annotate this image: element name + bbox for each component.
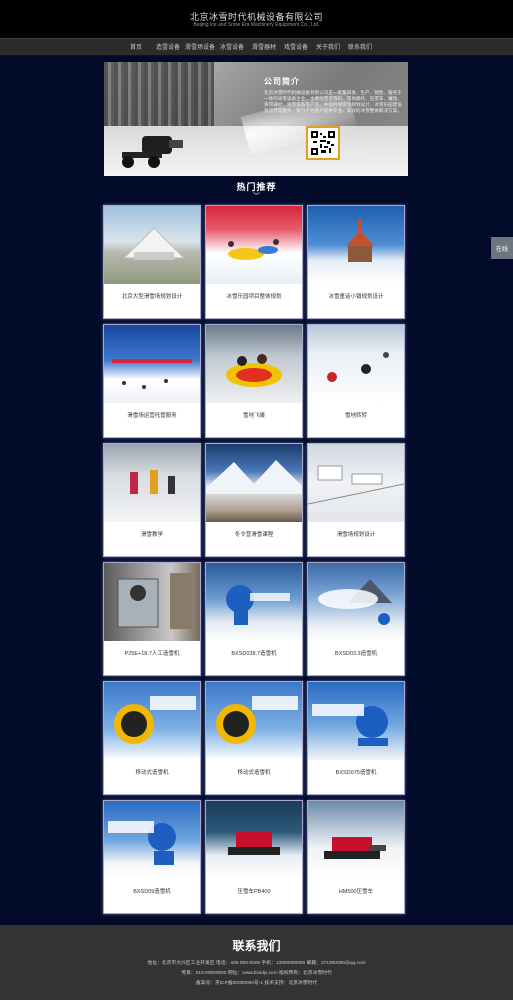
product-card[interactable]: BXSD038.7造雪机 (205, 562, 303, 676)
snow-cannon-mountain-image (308, 563, 404, 641)
ski-resort-building-image (104, 206, 200, 284)
product-name: BXSD09造雪机 (133, 889, 171, 895)
snow-tubing-image (308, 325, 404, 403)
online-service-tab[interactable]: 在线 (491, 237, 513, 259)
qr-label: 扫码关注 (346, 152, 364, 157)
nav-item-ski-equipment[interactable]: 滑雪器材 (248, 39, 280, 57)
product-card[interactable]: 雪地转转 (307, 324, 405, 438)
chevron-down-icon: ︾ (253, 193, 260, 200)
main-nav: 首页 造雪设备 滑雪场设备 冰雪设备 滑雪器材 戏雪设备 关于我们 联系我们 (0, 38, 513, 56)
snow-machine-icon (122, 136, 183, 168)
nav-item-snow-play[interactable]: 戏雪设备 (280, 39, 312, 57)
ski-resort-aerial-image (308, 444, 404, 522)
product-name: 冬令营滑雪课程 (234, 532, 274, 538)
product-name: HM500压雪车 (338, 889, 374, 895)
product-card[interactable]: 冰雪童话小镇规划设计 (307, 205, 405, 319)
product-card[interactable]: BXSD09造雪机 (103, 800, 201, 914)
product-card[interactable]: BXSD03.3造雪机 (307, 562, 405, 676)
product-name: 滑雪场运营托管服务 (127, 413, 177, 419)
ski-teaching-image (104, 444, 200, 522)
product-name: BXSD075造雪机 (335, 770, 377, 776)
product-card[interactable]: 压雪车PB400 (205, 800, 303, 914)
snow-cannon-blue-image (206, 563, 302, 641)
product-card[interactable]: 北京大型滑雪场规划设计 (103, 205, 201, 319)
contact-line-1: 地址：北京市大兴区工业开发区 电话：400-000-0000 手机：138000… (147, 961, 366, 966)
snow-park-flags-image (206, 206, 302, 284)
snow-groomer-1-image (206, 801, 302, 879)
snow-cannon-blue-2-image (308, 682, 404, 760)
product-card[interactable]: P25E+18.7人工造雪机 (103, 562, 201, 676)
snow-cannon-yellow-1-image (104, 682, 200, 760)
product-name: 冰雪乐园项目整体规划 (226, 294, 282, 300)
contact-line-2: 传真：010-00000000 网址：www.bxsdjx.com 版权所有：北… (181, 971, 332, 976)
intro-text: 北京冰雪时代机械设备有限公司是一家集研发、生产、销售、服务于一体的冰雪设备企业，… (264, 90, 402, 113)
snow-church-image (308, 206, 404, 284)
qr-code-icon (306, 126, 340, 160)
intro-title: 公司简介 (264, 77, 300, 86)
product-name: 移动式造雪机 (237, 770, 271, 776)
snow-cannon-yellow-2-image (206, 682, 302, 760)
nav-item-ski-resort[interactable]: 滑雪场设备 (184, 39, 216, 57)
nav-item-ice-snow[interactable]: 冰雪设备 (216, 39, 248, 57)
ski-resort-crowd-image (104, 325, 200, 403)
product-grid: 北京大型滑雪场规划设计 冰雪乐园项目整体规划 冰雪童话小镇规划设计 滑雪场运营托… (103, 205, 407, 915)
snow-machine-indoor-image (104, 563, 200, 641)
product-card[interactable]: 滑雪场运营托管服务 (103, 324, 201, 438)
site-header: 北京冰雪时代机械设备有限公司 Beijing Ice and Snow Era … (0, 0, 513, 38)
mountain-village-image (206, 444, 302, 522)
nav-item-contact[interactable]: 联系我们 (344, 39, 376, 57)
product-name: 雪地转转 (344, 413, 367, 419)
product-card[interactable]: 冰雪乐园项目整体规划 (205, 205, 303, 319)
snow-groomer-2-image (308, 801, 404, 879)
product-name: 雪地飞碟 (242, 413, 265, 419)
nav-item-snowmaking[interactable]: 造雪设备 (152, 39, 184, 57)
product-name: BXSD03.3造雪机 (334, 651, 378, 657)
product-name: 滑雪教学 (140, 532, 163, 538)
product-name: 北京大型滑雪场规划设计 (121, 294, 183, 300)
product-name: 冰雪童话小镇规划设计 (328, 294, 384, 300)
product-card[interactable]: 移动式造雪机 (205, 681, 303, 795)
contact-line-3: 备案号：京ICP备00000000号-1 技术支持：北京冰雪时代 (195, 981, 318, 986)
nav-item-about[interactable]: 关于我们 (312, 39, 344, 57)
product-card[interactable]: 滑雪场规划设计 (307, 443, 405, 557)
product-name: BXSD038.7造雪机 (231, 651, 277, 657)
site-footer: 联系我们 地址：北京市大兴区工业开发区 电话：400-000-0000 手机：1… (0, 925, 513, 1000)
product-card[interactable]: 滑雪教学 (103, 443, 201, 557)
snow-raft-image (206, 325, 302, 403)
company-name-en: Beijing Ice and Snow Era Machinery Equip… (193, 22, 320, 28)
product-card[interactable]: HM500压雪车 (307, 800, 405, 914)
company-intro-banner: 公司简介 北京冰雪时代机械设备有限公司是一家集研发、生产、销售、服务于一体的冰雪… (104, 62, 408, 176)
product-card[interactable]: 冬令营滑雪课程 (205, 443, 303, 557)
snow-cannon-blue-3-image (104, 801, 200, 879)
product-name: 压雪车PB400 (237, 889, 271, 895)
product-card[interactable]: 移动式造雪机 (103, 681, 201, 795)
product-name: 移动式造雪机 (135, 770, 169, 776)
product-name: 滑雪场规划设计 (336, 532, 376, 538)
contact-title: 联系我们 (232, 939, 281, 953)
nav-item-home[interactable]: 首页 (120, 39, 152, 57)
product-card[interactable]: 雪地飞碟 (205, 324, 303, 438)
product-card[interactable]: BXSD075造雪机 (307, 681, 405, 795)
product-name: P25E+18.7人工造雪机 (124, 651, 180, 657)
